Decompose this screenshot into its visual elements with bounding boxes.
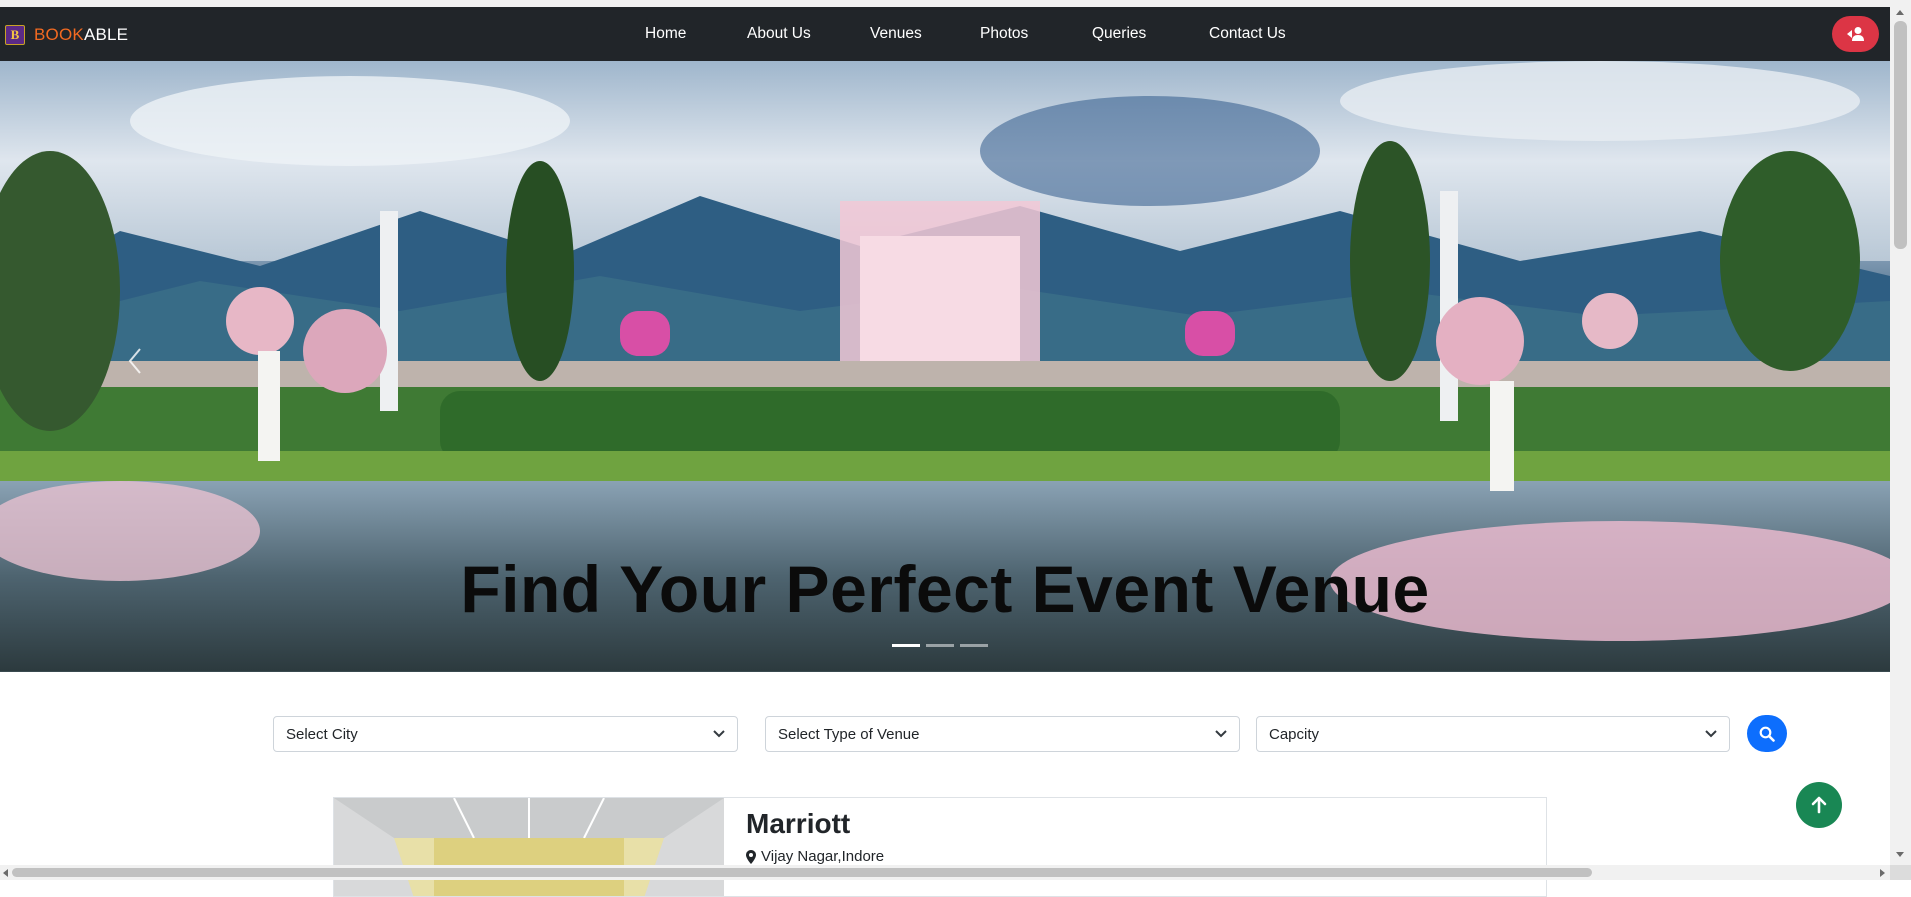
venue-location: Vijay Nagar,Indore [746, 848, 884, 865]
user-login-button[interactable] [1832, 16, 1879, 52]
carousel-prev-button[interactable] [120, 331, 150, 391]
venue-search-bar: Select City Select Type of Venue Capcity [0, 715, 1890, 754]
nav-link-contact-us[interactable]: Contact Us [1209, 25, 1286, 43]
venue-image-art [334, 798, 724, 896]
chevron-down-icon [1215, 730, 1227, 738]
venue-type-select-value: Select Type of Venue [778, 725, 920, 743]
brand-name: BOOKABLE [34, 25, 128, 45]
scroll-right-arrow-icon[interactable] [1880, 869, 1885, 877]
brand-name-part2: ABLE [83, 25, 129, 44]
vertical-scrollbar[interactable] [1890, 7, 1911, 865]
vertical-scroll-thumb[interactable] [1894, 21, 1907, 249]
horizontal-scroll-thumb[interactable] [12, 868, 1592, 877]
search-icon [1759, 726, 1775, 742]
back-to-top-button[interactable] [1796, 782, 1842, 828]
brand-badge: B [5, 25, 25, 45]
browser-top-strip [0, 0, 1911, 7]
capacity-select-value: Capcity [1269, 725, 1320, 743]
scroll-up-arrow-icon[interactable] [1896, 10, 1904, 15]
carousel-indicator-2[interactable] [926, 644, 954, 647]
search-button[interactable] [1747, 715, 1787, 752]
venue-card[interactable]: Marriott Vijay Nagar,Indore [333, 797, 1547, 897]
hero-carousel: Find Your Perfect Event Venue [0, 61, 1890, 672]
nav-link-about-us[interactable]: About Us [747, 25, 811, 43]
city-select[interactable]: Select City [273, 716, 738, 752]
chevron-down-icon [713, 730, 725, 738]
hero-title: Find Your Perfect Event Venue [460, 552, 1430, 626]
carousel-indicator-3[interactable] [960, 644, 988, 647]
venue-name[interactable]: Marriott [746, 808, 850, 840]
capacity-select[interactable]: Capcity [1256, 716, 1730, 752]
brand-name-part1: BOOK [34, 25, 84, 44]
arrow-up-icon [1811, 796, 1827, 814]
scroll-down-arrow-icon[interactable] [1896, 852, 1904, 857]
nav-link-home[interactable]: Home [645, 25, 686, 43]
navbar: B BOOKABLE Home About Us Venues Photos Q… [0, 7, 1890, 61]
nav-link-photos[interactable]: Photos [980, 25, 1028, 43]
horizontal-scrollbar[interactable] [0, 865, 1890, 880]
city-select-value: Select City [286, 725, 358, 743]
chevron-down-icon [1705, 730, 1717, 738]
map-marker-icon [746, 849, 756, 864]
venue-type-select[interactable]: Select Type of Venue [765, 716, 1240, 752]
venue-image [334, 798, 724, 896]
brand-logo[interactable]: B BOOKABLE [5, 25, 128, 45]
venue-location-text: Vijay Nagar,Indore [761, 848, 885, 865]
chevron-left-icon [128, 348, 141, 374]
carousel-indicators [892, 644, 988, 647]
carousel-indicator-1[interactable] [892, 644, 920, 647]
scroll-left-arrow-icon[interactable] [3, 869, 8, 877]
nav-link-queries[interactable]: Queries [1092, 25, 1146, 43]
nav-link-venues[interactable]: Venues [870, 25, 922, 43]
user-login-icon [1846, 27, 1864, 41]
scrollbar-corner [1890, 865, 1911, 880]
